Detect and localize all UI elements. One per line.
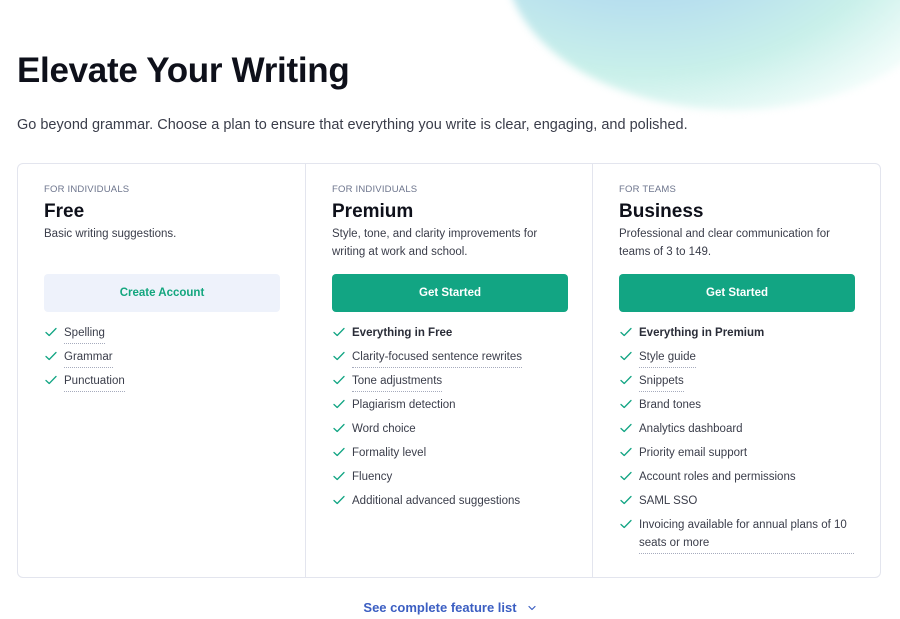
feature-item: Plagiarism detection [332, 396, 566, 420]
plan-name: Premium [332, 201, 414, 222]
feature-list: Everything in Free Clarity-focused senten… [332, 324, 566, 516]
feature-label: Formality level [352, 447, 427, 459]
feature-label: Additional advanced suggestions [352, 495, 521, 507]
plan-description: Basic writing suggestions. [44, 228, 177, 240]
feature-label: Tone adjustments [352, 372, 443, 392]
feature-label: Invoicing available for annual plans of … [639, 516, 854, 554]
feature-label: Brand tones [639, 399, 702, 411]
plan-description: Style, tone, and clarity improvements fo… [332, 228, 538, 258]
checkmark-icon [620, 447, 632, 457]
feature-item: Analytics dashboard [619, 420, 854, 444]
feature-label: Priority email support [639, 447, 748, 459]
checkmark-icon [333, 495, 345, 505]
plan-audience: FOR INDIVIDUALS [44, 184, 130, 195]
checkmark-icon [620, 519, 632, 529]
feature-item: Account roles and permissions [619, 468, 854, 492]
feature-item: Formality level [332, 444, 566, 468]
checkmark-icon [333, 423, 345, 433]
checkmark-icon [620, 399, 632, 409]
feature-item: Additional advanced suggestions [332, 492, 566, 516]
page-title: Elevate Your Writing [17, 51, 350, 90]
feature-list: Everything in Premium Style guide Snippets… [619, 324, 854, 554]
see-complete-feature-list-link[interactable]: See complete feature list [0, 600, 900, 615]
feature-label: Spelling [64, 324, 105, 344]
checkmark-icon [333, 399, 345, 409]
checkmark-icon [45, 351, 57, 361]
checkmark-icon [333, 447, 345, 457]
decorative-gradient-blob [505, 0, 900, 110]
feature-label: Fluency [352, 471, 393, 483]
plan-audience: FOR INDIVIDUALS [332, 184, 418, 195]
feature-item[interactable]: Tone adjustments [332, 372, 566, 396]
feature-item[interactable]: Style guide [619, 348, 854, 372]
feature-item: Everything in Premium [619, 324, 854, 348]
checkmark-icon [333, 351, 345, 361]
feature-list: Spelling Grammar Punctuation [44, 324, 279, 396]
feature-label: Style guide [639, 348, 696, 368]
feature-label: Analytics dashboard [639, 423, 743, 435]
checkmark-icon [45, 375, 57, 385]
feature-item[interactable]: Grammar [44, 348, 279, 372]
feature-label: Plagiarism detection [352, 399, 456, 411]
feature-item: Priority email support [619, 444, 854, 468]
feature-item[interactable]: Snippets [619, 372, 854, 396]
plan-audience: FOR TEAMS [619, 184, 677, 195]
feature-label: Account roles and permissions [639, 471, 796, 483]
plans-container: FOR INDIVIDUALS Free Basic writing sugge… [17, 163, 881, 578]
plan-card-premium: FOR INDIVIDUALS Premium Style, tone, and… [305, 164, 592, 577]
checkmark-icon [333, 375, 345, 385]
feature-item: Word choice [332, 420, 566, 444]
checkmark-icon [333, 327, 345, 337]
feature-label: Grammar [64, 348, 113, 368]
checkmark-icon [333, 471, 345, 481]
plan-name: Free [44, 201, 85, 222]
chevron-down-icon [527, 605, 536, 610]
feature-item: Everything in Free [332, 324, 566, 348]
feature-label: Everything in Free [352, 327, 453, 339]
plan-description: Professional and clear communication for… [619, 228, 830, 258]
checkmark-icon [620, 471, 632, 481]
feature-item[interactable]: Clarity-focused sentence rewrites [332, 348, 566, 372]
plan-name: Business [619, 201, 704, 222]
feature-label: SAML SSO [639, 495, 698, 507]
see-more-label: See complete feature list [363, 600, 517, 615]
feature-item[interactable]: Invoicing available for annual plans of … [619, 516, 854, 554]
plan-card-free: FOR INDIVIDUALS Free Basic writing sugge… [18, 164, 305, 577]
feature-label: Clarity-focused sentence rewrites [352, 348, 523, 368]
plan-card-business: FOR TEAMS Business Professional and clea… [592, 164, 880, 577]
checkmark-icon [620, 327, 632, 337]
feature-item: Fluency [332, 468, 566, 492]
feature-label: Punctuation [64, 372, 125, 392]
get-started-business-button[interactable]: Get Started [619, 274, 855, 312]
checkmark-icon [45, 327, 57, 337]
feature-item[interactable]: Spelling [44, 324, 279, 348]
feature-label: Snippets [639, 372, 684, 392]
feature-item: SAML SSO [619, 492, 854, 516]
feature-item[interactable]: Punctuation [44, 372, 279, 396]
feature-item: Brand tones [619, 396, 854, 420]
get-started-premium-button[interactable]: Get Started [332, 274, 568, 312]
feature-label: Word choice [352, 423, 416, 435]
checkmark-icon [620, 351, 632, 361]
create-account-button[interactable]: Create Account [44, 274, 280, 312]
checkmark-icon [620, 375, 632, 385]
checkmark-icon [620, 423, 632, 433]
page-subtitle: Go beyond grammar. Choose a plan to ensu… [17, 117, 688, 133]
feature-label: Everything in Premium [639, 327, 765, 339]
checkmark-icon [620, 495, 632, 505]
